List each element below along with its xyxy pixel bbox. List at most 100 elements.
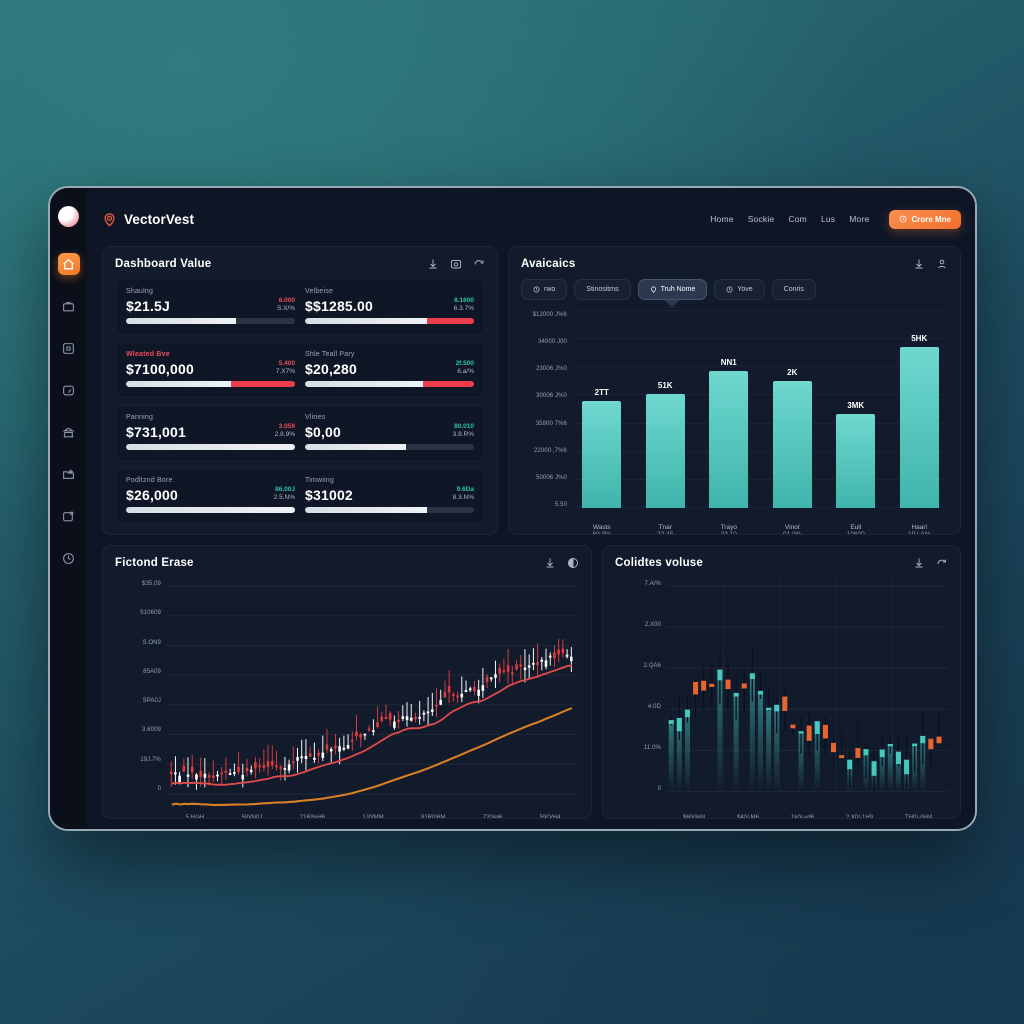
progress-fill <box>305 507 427 514</box>
axis-tick: 19J.7% <box>140 756 161 763</box>
y-axis-tick: 50006 J%0 <box>536 474 567 481</box>
metric-progress-bar <box>126 381 295 388</box>
metric-delta: 8.1600 <box>454 297 474 304</box>
metric[interactable]: Wleated Bve $7100,000 5.400 7.X7% <box>126 351 295 389</box>
x-axis-tick: Tnar 22.45 <box>657 524 674 535</box>
filter-pill-0[interactable]: rwo <box>521 279 568 300</box>
metric[interactable]: Timwiing $31002 9.6Da 8.3.N% <box>305 477 474 515</box>
bar-column[interactable]: 2TT <box>573 310 631 508</box>
axis-tick: $60/%M <box>682 815 705 819</box>
download-icon[interactable] <box>544 557 556 569</box>
download-icon[interactable] <box>913 557 925 569</box>
card-header: Fictond Erase <box>115 557 579 569</box>
metric-row: Podltznd Bore $26,000 86.00J 2.5.N% Timwiing… <box>115 468 485 524</box>
avatar[interactable] <box>58 206 79 227</box>
filter-pill-3[interactable]: Yove <box>714 279 765 300</box>
bar-value-label: 2TT <box>594 387 609 397</box>
user-icon[interactable] <box>936 258 948 270</box>
progress-tail <box>230 381 295 388</box>
brand-name: VectorVest <box>124 211 195 227</box>
filter-pill-2[interactable]: Truh Nome <box>637 279 708 300</box>
axis-tick: S10609 <box>139 610 161 617</box>
x-axis-tick: Wasts 69.0% <box>592 524 611 535</box>
progress-tail <box>426 318 474 325</box>
nav-link-home[interactable]: Home <box>710 214 733 224</box>
sidebar-item-settings[interactable] <box>58 505 80 527</box>
download-icon[interactable] <box>427 258 439 270</box>
filter-pill-1[interactable]: Stinositms <box>574 279 631 300</box>
axis-tick: $35,09 <box>142 581 161 587</box>
refresh-icon[interactable] <box>473 258 485 270</box>
axis-tick: 0 <box>657 786 661 792</box>
sidebar-item-home[interactable] <box>57 253 80 275</box>
cta-label: Crore Mne <box>911 214 951 224</box>
metric-value: $31002 <box>305 486 353 503</box>
metric-change: 86.00J 2.5.N% <box>274 486 295 502</box>
nav-link-sockie[interactable]: Sockie <box>748 214 775 224</box>
main-nav: Home Sockie Com Lus More Crore Mne <box>710 209 961 229</box>
metric[interactable]: Velbeise $$1285.00 8.1600 6.3.7% <box>305 288 474 326</box>
y-axis-tick: 34000 J00 <box>538 339 567 346</box>
sidebar-item-portfolio[interactable] <box>58 295 80 317</box>
metric-sub: 2.5.N% <box>273 494 295 502</box>
sidebar-item-watchlist[interactable] <box>58 463 80 485</box>
axis-tick: 71B/%H6 <box>299 815 326 819</box>
metric[interactable]: Vlines $0,00 80.010 3.8.R% <box>305 414 474 452</box>
axis-tick: TH0/-/%M <box>904 815 932 819</box>
sidebar-item-stop[interactable] <box>58 337 80 359</box>
filter-pill-4[interactable]: Conris <box>771 279 816 300</box>
analytics-title: Avaicaics <box>521 258 576 270</box>
bar-chart: $12000 J%6 34000 J00 23006 J%0 30006 J%0 358… <box>521 310 949 534</box>
metric-label: Timwiing <box>305 477 334 484</box>
colidtes-voluse-card: Colidtes voluse 7.A/% 2.X00 2.QA6 4.0D 11.0%… <box>602 545 961 819</box>
card-header: Dashboard Value <box>115 258 485 270</box>
bar-column[interactable]: 51K <box>637 310 695 508</box>
analytics-card: Avaicaics rwo Stinositms Truh Nome Yove Conr… <box>508 246 961 535</box>
metric[interactable]: Shaulng $21.5J 6.000 S.X/% <box>126 288 295 326</box>
axis-tick: S.ON9 <box>142 639 161 646</box>
sidebar-item-performance[interactable] <box>58 379 80 401</box>
bar-column[interactable]: 3MK <box>827 310 885 508</box>
download-icon[interactable] <box>913 258 925 270</box>
briefcase-icon <box>62 300 75 313</box>
gauge-icon <box>62 384 75 397</box>
refresh-icon[interactable] <box>936 557 948 569</box>
cta-button[interactable]: Crore Mne <box>889 209 961 229</box>
contrast-circle-icon[interactable] <box>567 557 579 569</box>
card-tools <box>913 557 948 569</box>
bar-value-label: 3MK <box>847 401 865 411</box>
nav-link-com[interactable]: Com <box>788 214 807 224</box>
sidebar-item-bank[interactable] <box>58 421 80 443</box>
brand[interactable]: VectorVest <box>102 212 194 227</box>
bar-chart-x-axis: Wasts 69.0% Tnar 22.45 Trayo 33.10 Vinot 01.0% E… <box>573 524 948 535</box>
axis-tick: 2.QA6 <box>643 663 661 669</box>
clock-icon <box>62 552 75 565</box>
location-pin-icon <box>102 212 117 227</box>
bar-column[interactable]: 2K <box>764 310 822 508</box>
nav-link-more[interactable]: More <box>849 214 869 224</box>
x-axis-tick: Trayo 33.10 <box>720 524 737 535</box>
metric-label: Podltznd Bore <box>126 477 173 484</box>
axis-tick: 81R0/6M <box>420 815 446 819</box>
metric-label: Shle Teall Pary <box>305 351 355 358</box>
sidebar-item-history[interactable] <box>58 547 80 569</box>
metric-delta: 5.400 <box>278 360 295 367</box>
axis-tick: 11.0% <box>643 745 661 751</box>
fictond-title: Fictond Erase <box>115 557 194 569</box>
bar-shape <box>709 370 749 508</box>
metric[interactable]: Shle Teall Pary $20,280 2f.500 6.a/% <box>305 351 474 389</box>
metric-progress-bar <box>305 507 474 514</box>
camera-icon[interactable] <box>450 258 462 270</box>
y-axis-tick: 5.50 <box>554 501 567 508</box>
bar-column[interactable]: 5HK <box>891 310 949 508</box>
metric[interactable]: Podltznd Bore $26,000 86.00J 2.5.N% <box>126 477 295 515</box>
metrics-list: Shaulng $21.5J 6.000 S.X/% Velbeise $$1285.00… <box>115 279 485 524</box>
metric[interactable]: Panning $731,001 3.059 2.8.9% <box>126 414 295 452</box>
bar-chart-y-axis: $12000 J%6 34000 J00 23006 J%0 30006 J%0 358… <box>521 310 573 524</box>
clock-icon <box>726 286 733 293</box>
metric-label: Wleated Bve <box>126 351 170 358</box>
nav-link-lus[interactable]: Lus <box>821 214 835 224</box>
bar-column[interactable]: NN1 <box>700 310 758 508</box>
bar-shape <box>582 400 622 508</box>
metric-delta: 9.6Da <box>456 486 474 493</box>
